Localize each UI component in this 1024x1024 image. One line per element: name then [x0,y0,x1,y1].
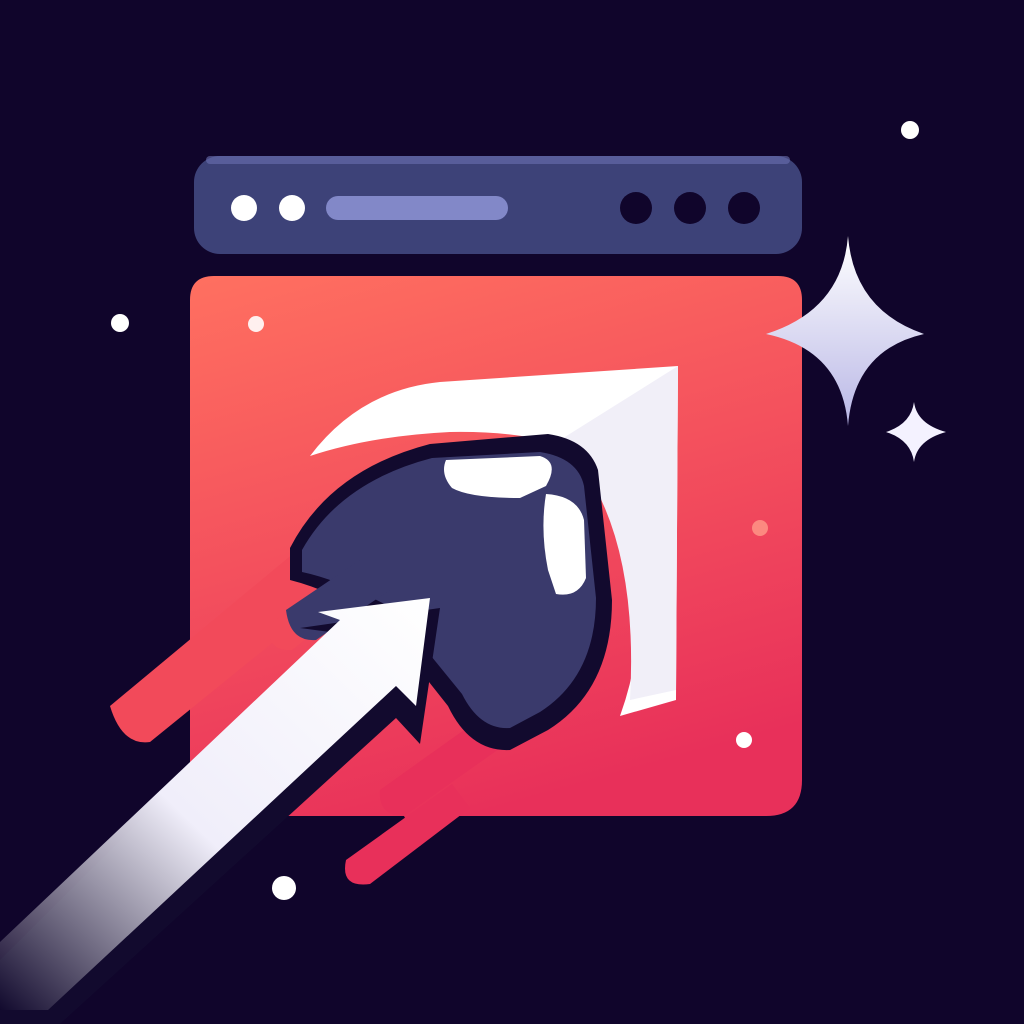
star-icon [901,121,919,139]
window-control-icon [728,192,760,224]
window-control-icon [674,192,706,224]
star-icon [272,876,296,900]
toolbar-dot-icon [231,195,257,221]
address-bar [326,196,508,220]
window-control-icon [620,192,652,224]
toolbar-dot-icon [279,195,305,221]
star-icon [111,314,129,332]
browser-toolbar [194,156,802,254]
swipe-illustration [0,0,1024,1024]
